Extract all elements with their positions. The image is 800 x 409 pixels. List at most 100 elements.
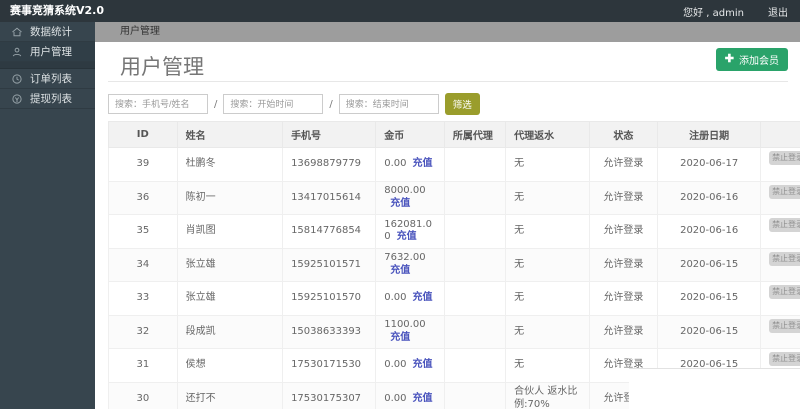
withdraw-icon bbox=[11, 93, 23, 105]
status-text: 允许登录 bbox=[589, 148, 658, 182]
sidebar-item-label: 提现列表 bbox=[30, 91, 72, 106]
sidebar-item-users[interactable]: 用户管理 bbox=[0, 42, 95, 62]
recharge-link[interactable]: 充值 bbox=[412, 359, 432, 370]
table-row: 36陈初一134170156148000.00充值无允许登录2020-06-16… bbox=[109, 181, 800, 215]
status-text: 允许登录 bbox=[589, 181, 658, 215]
top-header: 赛事竞猜系统V2.0 您好 , admin 退出 bbox=[0, 0, 800, 22]
sidebar: 数据统计用户管理订单列表提现列表 bbox=[0, 22, 95, 409]
coins-cell: 1100.00充值 bbox=[376, 315, 445, 349]
row-id: 31 bbox=[109, 349, 178, 383]
sidebar-item-orders[interactable]: 订单列表 bbox=[0, 69, 95, 89]
coins-value: 0.00 bbox=[384, 359, 406, 370]
action-forbid-login-button[interactable]: 禁止登录 bbox=[769, 285, 800, 299]
user-phone: 13417015614 bbox=[283, 181, 376, 215]
register-date: 2020-06-17 bbox=[658, 148, 761, 182]
agent-cell bbox=[444, 349, 505, 383]
user-phone: 15038633393 bbox=[283, 315, 376, 349]
user-phone: 17530171530 bbox=[283, 349, 376, 383]
coins-cell: 0.00 充值 bbox=[376, 349, 445, 383]
recharge-link[interactable]: 充值 bbox=[412, 292, 432, 303]
user-phone: 13698879779 bbox=[283, 148, 376, 182]
column-header: 代理返水 bbox=[506, 122, 589, 148]
user-icon bbox=[11, 46, 23, 58]
rebate-cell: 无 bbox=[506, 181, 589, 215]
user-phone: 15925101570 bbox=[283, 282, 376, 316]
home-icon bbox=[11, 26, 23, 38]
column-header: 操作 bbox=[761, 122, 800, 148]
action-forbid-login-button[interactable]: 禁止登录 bbox=[769, 252, 800, 266]
rebate-cell: 无 bbox=[506, 349, 589, 383]
agent-cell bbox=[444, 382, 505, 409]
actions-cell: 禁止登录查看流水修改密码编辑删除站内消息发送 bbox=[761, 181, 800, 215]
user-table: ID姓名手机号金币所属代理代理返水状态注册日期操作 39杜鹏冬136988797… bbox=[108, 121, 800, 409]
action-forbid-login-button[interactable]: 禁止登录 bbox=[769, 319, 800, 333]
register-date: 2020-06-15 bbox=[658, 282, 761, 316]
breadcrumb: 用户管理 bbox=[120, 26, 160, 37]
plus-icon: ✚ bbox=[725, 54, 734, 65]
register-date: 2020-06-16 bbox=[658, 181, 761, 215]
filter-button[interactable]: 筛选 bbox=[445, 93, 480, 115]
rebate-cell: 无 bbox=[506, 315, 589, 349]
row-id: 36 bbox=[109, 181, 178, 215]
row-id: 32 bbox=[109, 315, 178, 349]
add-member-button[interactable]: ✚ 添加会员 bbox=[716, 48, 788, 71]
sidebar-item-label: 用户管理 bbox=[30, 44, 72, 59]
agent-cell bbox=[444, 315, 505, 349]
clock-icon bbox=[11, 73, 23, 85]
actions-cell: 禁止登录查看流水修改密码编辑删除站内消息发送 bbox=[761, 148, 800, 182]
user-name: 张立雄 bbox=[177, 248, 282, 282]
actions-cell: 禁止登录查看流水修改密码编辑删除站内消息发送 bbox=[761, 282, 800, 316]
coins-cell: 7632.00充值 bbox=[376, 248, 445, 282]
table-row: 39杜鹏冬136988797790.00充值无允许登录2020-06-17禁止登… bbox=[109, 148, 800, 182]
row-id: 35 bbox=[109, 215, 178, 249]
app-title: 赛事竞猜系统V2.0 bbox=[10, 0, 104, 22]
sidebar-item-label: 数据统计 bbox=[30, 24, 72, 39]
column-header: 状态 bbox=[589, 122, 658, 148]
action-forbid-login-button[interactable]: 禁止登录 bbox=[769, 151, 800, 165]
actions-cell: 禁止登录查看流水修改密码编辑删除站内消息发送 bbox=[761, 215, 800, 249]
rebate-cell: 无 bbox=[506, 148, 589, 182]
row-id: 33 bbox=[109, 282, 178, 316]
column-header: 所属代理 bbox=[444, 122, 505, 148]
action-forbid-login-button[interactable]: 禁止登录 bbox=[769, 352, 800, 366]
user-phone: 17530175307 bbox=[283, 382, 376, 409]
sidebar-item-stats[interactable]: 数据统计 bbox=[0, 22, 95, 42]
recharge-link[interactable]: 充值 bbox=[412, 393, 432, 404]
status-text: 允许登录 bbox=[589, 215, 658, 249]
status-text: 允许登录 bbox=[589, 282, 658, 316]
row-id: 39 bbox=[109, 148, 178, 182]
sidebar-item-label: 订单列表 bbox=[30, 71, 72, 86]
action-forbid-login-button[interactable]: 禁止登录 bbox=[769, 185, 800, 199]
coins-value: 0.00 bbox=[384, 393, 406, 404]
recharge-link[interactable]: 充值 bbox=[390, 198, 410, 209]
separator: / bbox=[214, 99, 217, 110]
search-phone-name-input[interactable] bbox=[108, 94, 208, 114]
agent-cell bbox=[444, 282, 505, 316]
sidebar-item-withdrawals[interactable]: 提现列表 bbox=[0, 89, 95, 109]
search-start-time-input[interactable] bbox=[223, 94, 323, 114]
action-forbid-login-button[interactable]: 禁止登录 bbox=[769, 218, 800, 232]
coins-cell: 8000.00 充值 bbox=[376, 181, 445, 215]
rebate-cell: 合伙人 返水比例:70% bbox=[506, 382, 589, 409]
row-id: 30 bbox=[109, 382, 178, 409]
sidebar-group-divider bbox=[0, 62, 95, 69]
user-name: 杜鹏冬 bbox=[177, 148, 282, 182]
main-content: 用户管理 ✚ 添加会员 / / 筛选 ID姓名手机号金币所属代理代理返水状态注册… bbox=[95, 42, 800, 409]
logout-link[interactable]: 退出 bbox=[768, 4, 788, 19]
recharge-link[interactable]: 充值 bbox=[397, 231, 417, 242]
page-title: 用户管理 bbox=[120, 51, 204, 81]
recharge-link[interactable]: 充值 bbox=[390, 332, 410, 343]
coins-cell: 0.00充值 bbox=[376, 282, 445, 316]
actions-cell: 禁止登录查看流水修改密码编辑删除站内消息发送 bbox=[761, 248, 800, 282]
table-row: 35肖凯图15814776854162081.00充值无允许登录2020-06-… bbox=[109, 215, 800, 249]
user-name: 侯想 bbox=[177, 349, 282, 383]
user-table-container: ID姓名手机号金币所属代理代理返水状态注册日期操作 39杜鹏冬136988797… bbox=[108, 121, 800, 409]
column-header: 手机号 bbox=[283, 122, 376, 148]
user-name: 还打不 bbox=[177, 382, 282, 409]
breadcrumb-bar: 用户管理 bbox=[95, 22, 800, 42]
recharge-link[interactable]: 充值 bbox=[412, 158, 432, 169]
coins-value: 8000.00 bbox=[384, 185, 425, 196]
search-end-time-input[interactable] bbox=[339, 94, 439, 114]
column-header: 注册日期 bbox=[658, 122, 761, 148]
recharge-link[interactable]: 充值 bbox=[390, 265, 410, 276]
